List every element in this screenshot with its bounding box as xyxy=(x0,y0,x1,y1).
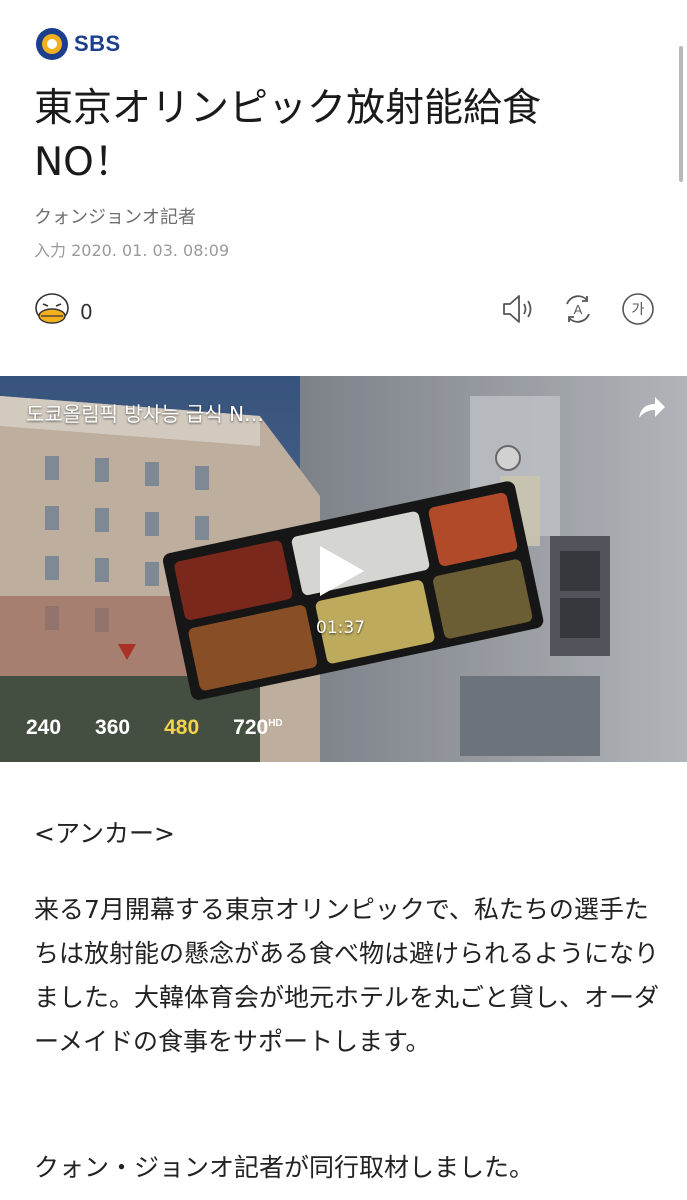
share-icon xyxy=(639,397,665,418)
share-button[interactable] xyxy=(635,392,667,426)
header: SBS xyxy=(34,24,121,64)
brand-name[interactable]: SBS xyxy=(74,31,121,57)
article-toolbar: A 가 xyxy=(499,290,657,328)
font-size-label: 가 xyxy=(632,302,645,318)
speaker-icon xyxy=(503,295,532,323)
reaction-count: 0 xyxy=(80,300,93,324)
translate-label: A xyxy=(574,302,583,317)
font-size-button[interactable]: 가 xyxy=(619,290,657,328)
article-paragraph: 来る7月開幕する東京オリンピックで、私たちの選手たちは放射能の懸念がある食べ物は… xyxy=(34,895,660,1056)
video-title: 도쿄올림픽 방사능 급식 N… xyxy=(26,402,265,426)
quality-720[interactable]: 720HD xyxy=(233,716,283,740)
translate-button[interactable]: A xyxy=(559,290,597,328)
play-icon xyxy=(320,546,364,596)
quality-selector: 240 360 480 720HD xyxy=(26,716,283,740)
font-size-icon: 가 xyxy=(622,293,654,325)
hd-badge: HD xyxy=(268,718,283,729)
video-duration: 01:37 xyxy=(316,618,365,638)
reporter-name[interactable]: クォンジョンオ記者 xyxy=(34,203,196,229)
emoji-reaction-icon xyxy=(32,292,72,332)
scrollbar[interactable] xyxy=(679,46,683,182)
sbs-logo-icon[interactable] xyxy=(34,26,70,62)
reaction-button[interactable]: 0 xyxy=(32,292,93,332)
article-title: 東京オリンピック放射能給食NO！ xyxy=(34,86,542,185)
video-player[interactable]: 도쿄올림픽 방사능 급식 N… 01:37 240 360 480 720HD xyxy=(0,376,687,762)
article-paragraph: クォン・ジョンオ記者が同行取材しました。 xyxy=(34,1153,535,1182)
play-button[interactable] xyxy=(302,536,372,610)
translate-icon: A xyxy=(566,295,590,323)
anchor-label: <アンカー> xyxy=(34,819,175,848)
quality-480[interactable]: 480 xyxy=(164,716,199,740)
quality-720-label: 720 xyxy=(233,716,269,739)
quality-240[interactable]: 240 xyxy=(26,716,61,740)
publish-timestamp: 入力 2020. 01. 03. 08:09 xyxy=(34,241,230,260)
speaker-button[interactable] xyxy=(499,290,537,328)
quality-360[interactable]: 360 xyxy=(95,716,130,740)
